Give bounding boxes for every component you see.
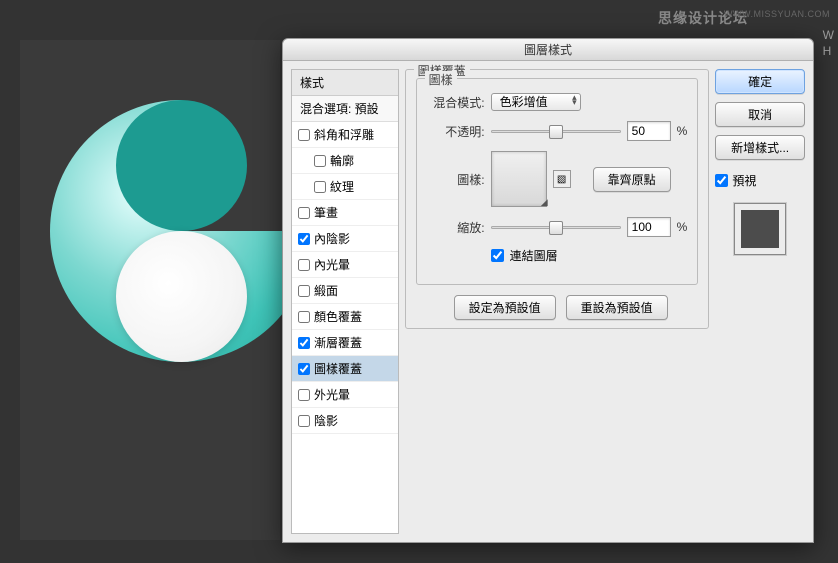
ok-button[interactable]: 確定 bbox=[715, 69, 805, 94]
layer-style-dialog: 圖層樣式 樣式 混合選項: 預設 斜角和浮雕輪廓紋理筆畫內陰影內光暈緞面顏色覆蓋… bbox=[282, 38, 814, 543]
style-checkbox[interactable] bbox=[298, 207, 310, 219]
style-item-label: 外光暈 bbox=[314, 386, 350, 403]
canvas-area bbox=[20, 40, 280, 540]
settings-panel: 圖樣覆蓋 圖樣 混合模式: 色彩增值 不透明: % bbox=[405, 69, 710, 534]
style-item[interactable]: 斜角和浮雕 bbox=[292, 122, 398, 148]
style-checkbox[interactable] bbox=[314, 181, 326, 193]
scale-input[interactable] bbox=[627, 217, 671, 237]
style-checkbox[interactable] bbox=[314, 155, 326, 167]
opacity-input[interactable] bbox=[627, 121, 671, 141]
style-checkbox[interactable] bbox=[298, 389, 310, 401]
style-checkbox[interactable] bbox=[298, 363, 310, 375]
opacity-slider[interactable] bbox=[491, 130, 621, 133]
style-item[interactable]: 顏色覆蓋 bbox=[292, 304, 398, 330]
style-item-label: 陰影 bbox=[314, 412, 338, 429]
watermark-url: WWW.MISSYUAN.COM bbox=[724, 9, 830, 19]
style-checkbox[interactable] bbox=[298, 415, 310, 427]
style-item-label: 內陰影 bbox=[314, 230, 350, 247]
style-item[interactable]: 外光暈 bbox=[292, 382, 398, 408]
preview-swatch bbox=[734, 203, 786, 255]
dialog-title: 圖層樣式 bbox=[283, 39, 813, 61]
style-item[interactable]: 緞面 bbox=[292, 278, 398, 304]
reset-default-button[interactable]: 重設為預設值 bbox=[566, 295, 668, 320]
style-item[interactable]: 筆畫 bbox=[292, 200, 398, 226]
style-item-label: 輪廓 bbox=[330, 152, 354, 169]
style-item[interactable]: 紋理 bbox=[292, 174, 398, 200]
style-checkbox[interactable] bbox=[298, 259, 310, 271]
snap-origin-button[interactable]: 靠齊原點 bbox=[593, 167, 671, 192]
pattern-swatch[interactable]: ◢ bbox=[491, 151, 547, 207]
cancel-button[interactable]: 取消 bbox=[715, 102, 805, 127]
link-layer-checkbox[interactable] bbox=[491, 249, 504, 262]
style-item-label: 內光暈 bbox=[314, 256, 350, 273]
new-pattern-icon[interactable]: ▧ bbox=[553, 170, 571, 188]
style-item-label: 紋理 bbox=[330, 178, 354, 195]
style-item-label: 漸層覆蓋 bbox=[314, 334, 362, 351]
style-checkbox[interactable] bbox=[298, 233, 310, 245]
preview-label: 預視 bbox=[732, 172, 756, 189]
panel-dimension-labels: W H bbox=[823, 28, 834, 60]
style-checkbox[interactable] bbox=[298, 285, 310, 297]
percent-label-2: % bbox=[677, 220, 688, 234]
preview-checkbox[interactable] bbox=[715, 174, 728, 187]
scale-slider[interactable] bbox=[491, 226, 621, 229]
style-item[interactable]: 陰影 bbox=[292, 408, 398, 434]
link-layer-label: 連結圖層 bbox=[510, 247, 558, 264]
style-item-label: 斜角和浮雕 bbox=[314, 126, 374, 143]
percent-label: % bbox=[677, 124, 688, 138]
styles-header[interactable]: 樣式 bbox=[292, 70, 398, 96]
group-title: 圖樣 bbox=[425, 71, 457, 88]
style-list: 樣式 混合選項: 預設 斜角和浮雕輪廓紋理筆畫內陰影內光暈緞面顏色覆蓋漸層覆蓋圖… bbox=[291, 69, 399, 534]
pattern-label: 圖樣: bbox=[427, 171, 485, 188]
style-item-label: 筆畫 bbox=[314, 204, 338, 221]
style-checkbox[interactable] bbox=[298, 337, 310, 349]
style-checkbox[interactable] bbox=[298, 311, 310, 323]
blend-mode-label: 混合模式: bbox=[427, 94, 485, 111]
opacity-label: 不透明: bbox=[427, 123, 485, 140]
blending-options-item[interactable]: 混合選項: 預設 bbox=[292, 96, 398, 122]
style-item[interactable]: 內陰影 bbox=[292, 226, 398, 252]
style-item-label: 顏色覆蓋 bbox=[314, 308, 362, 325]
scale-label: 縮放: bbox=[427, 219, 485, 236]
style-item[interactable]: 輪廓 bbox=[292, 148, 398, 174]
dialog-buttons: 確定 取消 新增樣式... 預視 bbox=[715, 69, 805, 534]
style-item[interactable]: 圖樣覆蓋 bbox=[292, 356, 398, 382]
style-checkbox[interactable] bbox=[298, 129, 310, 141]
yin-yang-design bbox=[50, 100, 312, 362]
blend-mode-select[interactable]: 色彩增值 bbox=[491, 93, 581, 111]
new-style-button[interactable]: 新增樣式... bbox=[715, 135, 805, 160]
make-default-button[interactable]: 設定為預設值 bbox=[454, 295, 556, 320]
style-item-label: 緞面 bbox=[314, 282, 338, 299]
style-item[interactable]: 漸層覆蓋 bbox=[292, 330, 398, 356]
style-item-label: 圖樣覆蓋 bbox=[314, 360, 362, 377]
style-item[interactable]: 內光暈 bbox=[292, 252, 398, 278]
